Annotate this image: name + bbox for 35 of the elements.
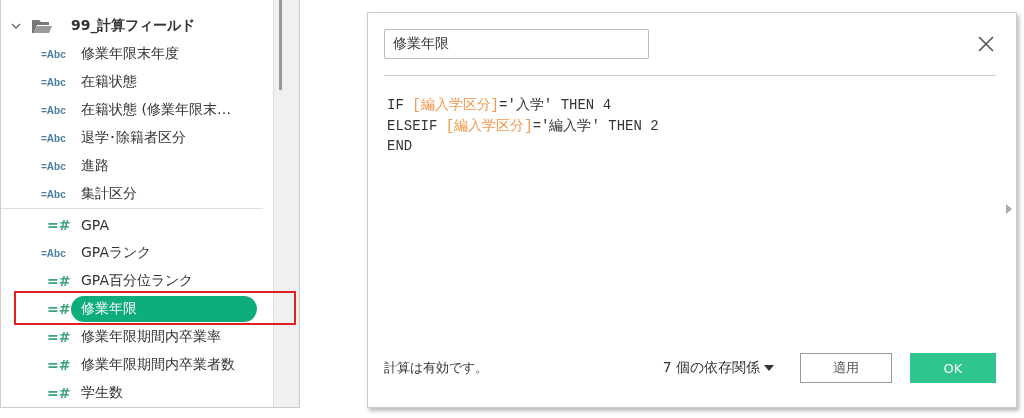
- caret-icon: [764, 365, 774, 371]
- number-type-icon: =#: [41, 385, 81, 401]
- field-item[interactable]: 修業年限末年度: [81, 42, 179, 66]
- apply-button[interactable]: 適用: [800, 353, 892, 383]
- folder-icon: [31, 18, 53, 34]
- scrollbar-thumb[interactable]: [279, 0, 282, 90]
- status-message: 計算は有効です。: [384, 359, 489, 377]
- number-type-icon: =#: [41, 357, 81, 373]
- string-type-icon: =Abc: [41, 48, 81, 60]
- number-type-icon: =#: [41, 273, 81, 289]
- field-item[interactable]: GPA: [81, 214, 109, 236]
- field-item[interactable]: 修業年限期間内卒業率: [81, 325, 221, 349]
- field-item[interactable]: GPAランク: [81, 241, 151, 265]
- string-type-icon: =Abc: [41, 104, 81, 116]
- string-type-icon: =Abc: [41, 76, 81, 88]
- string-type-icon: =Abc: [41, 188, 81, 200]
- field-item[interactable]: 進路: [81, 154, 109, 178]
- string-type-icon: =Abc: [41, 132, 81, 144]
- string-type-icon: =Abc: [41, 247, 81, 259]
- field-item[interactable]: 退学･除籍者区分: [81, 126, 186, 150]
- field-item[interactable]: 在籍状態: [81, 70, 137, 94]
- field-item[interactable]: 在籍状態 (修業年限末…: [81, 98, 231, 122]
- code-editor[interactable]: IF [編入学区分]='入学' THEN 4 ELSEIF [編入学区分]='編入学' THEN 2 END: [384, 76, 996, 337]
- string-type-icon: =Abc: [41, 160, 81, 172]
- field-item[interactable]: 集計区分: [81, 182, 137, 206]
- number-type-icon: =#: [41, 329, 81, 345]
- folder-name[interactable]: 99_計算フィールド: [71, 17, 196, 35]
- chevron-down-icon[interactable]: [11, 23, 21, 29]
- field-item[interactable]: 修業年限期間内卒業者数: [81, 353, 235, 377]
- field-item[interactable]: 学生数: [81, 381, 123, 405]
- name-field[interactable]: 修業年限: [384, 29, 649, 59]
- field-item[interactable]: GPA百分位ランク: [81, 269, 193, 293]
- dependencies-dropdown[interactable]: 7 個の依存関係: [662, 359, 774, 377]
- close-icon[interactable]: [978, 36, 994, 52]
- number-type-icon: =#: [41, 217, 81, 233]
